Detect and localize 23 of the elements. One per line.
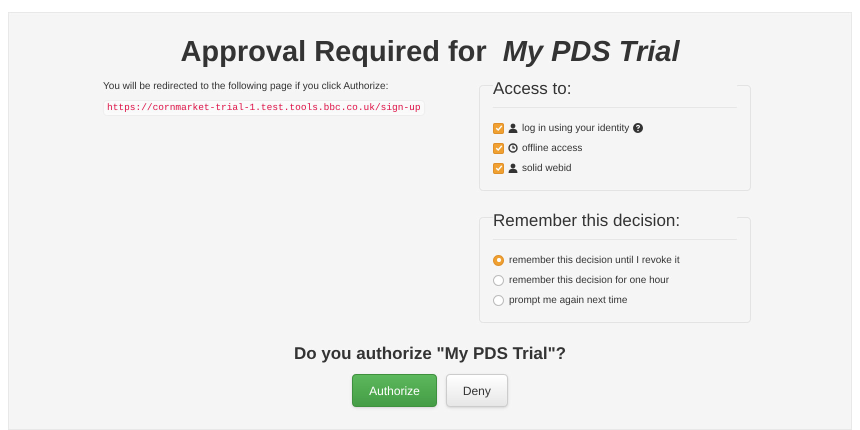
- option-label: prompt me again next time: [509, 294, 628, 308]
- scope-label: log in using your identity: [522, 122, 630, 136]
- fieldset-legend: Access to:: [493, 78, 572, 98]
- redirect-notice: You will be redirected to the following page if you click Authorize:: [103, 80, 390, 94]
- checkbox[interactable]: [493, 162, 504, 174]
- radio-button[interactable]: [493, 294, 504, 306]
- scope-label: offline access: [522, 142, 582, 156]
- scope-label: solid webid: [522, 162, 572, 176]
- redirect-url: https://cornmarket-trial-1.test.tools.bbc.co.uk/sign-up: [103, 100, 425, 116]
- user-icon: [508, 123, 518, 133]
- clock-icon: [508, 143, 518, 153]
- option-label: remember this decision for one hour: [509, 274, 670, 288]
- checkbox[interactable]: [493, 122, 504, 134]
- help-icon[interactable]: [633, 123, 644, 133]
- user-icon: [508, 163, 518, 173]
- fieldset-legend: Remember this decision:: [493, 210, 680, 230]
- authorize-question: Do you authorize "My PDS Trial"?: [294, 342, 566, 364]
- radio-button[interactable]: [493, 254, 504, 266]
- radio-button[interactable]: [493, 274, 504, 286]
- option-label: remember this decision until I revoke it: [509, 254, 680, 268]
- page-title: Approval Required for My PDS Trial: [180, 35, 680, 70]
- deny-button[interactable]: Deny: [446, 374, 508, 407]
- checkbox[interactable]: [493, 142, 504, 154]
